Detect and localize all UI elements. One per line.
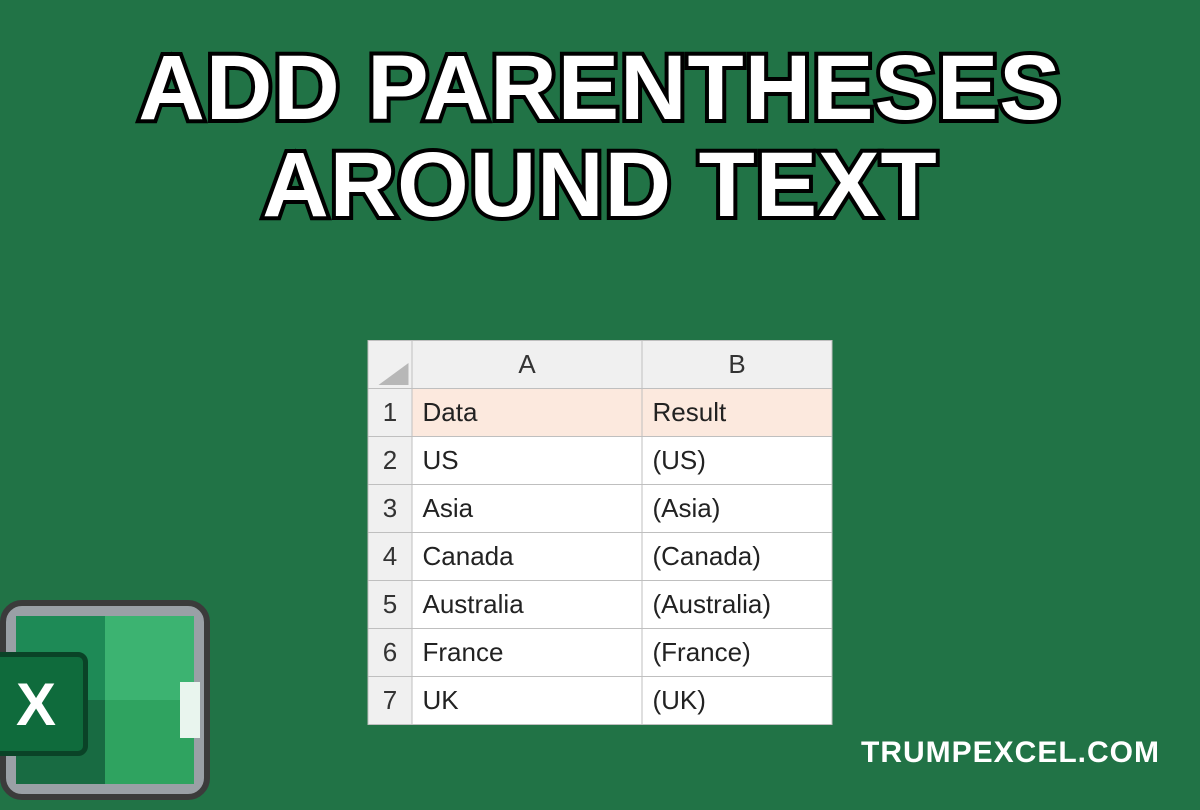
row-header[interactable]: 3 (368, 485, 412, 533)
cell[interactable]: (UK) (642, 677, 832, 725)
table-row: 6 France (France) (368, 629, 832, 677)
select-all-corner[interactable] (368, 341, 412, 389)
excel-logo-icon: X (0, 590, 230, 810)
row-header[interactable]: 7 (368, 677, 412, 725)
table-row: 1 Data Result (368, 389, 832, 437)
title-line-1: ADD PARENTHESES (0, 40, 1200, 137)
row-header[interactable]: 6 (368, 629, 412, 677)
cell[interactable]: Asia (412, 485, 642, 533)
cell[interactable]: Canada (412, 533, 642, 581)
table-row: 3 Asia (Asia) (368, 485, 832, 533)
table-row: 7 UK (UK) (368, 677, 832, 725)
cell[interactable]: (US) (642, 437, 832, 485)
row-header[interactable]: 2 (368, 437, 412, 485)
cell[interactable]: Australia (412, 581, 642, 629)
column-header-b[interactable]: B (642, 341, 832, 389)
cell[interactable]: (France) (642, 629, 832, 677)
page-title: ADD PARENTHESES AROUND TEXT (0, 0, 1200, 233)
spreadsheet: A B 1 Data Result 2 US (US) 3 Asia (Asia… (368, 340, 833, 725)
cell[interactable]: Result (642, 389, 832, 437)
watermark: TRUMPEXCEL.COM (861, 736, 1160, 770)
cell[interactable]: US (412, 437, 642, 485)
logo-letter: X (0, 652, 88, 756)
title-line-2: AROUND TEXT (0, 137, 1200, 234)
column-header-a[interactable]: A (412, 341, 642, 389)
cell[interactable]: (Asia) (642, 485, 832, 533)
row-header[interactable]: 4 (368, 533, 412, 581)
row-header[interactable]: 1 (368, 389, 412, 437)
cell[interactable]: UK (412, 677, 642, 725)
logo-bar (180, 682, 200, 738)
table-row: 5 Australia (Australia) (368, 581, 832, 629)
cell[interactable]: (Australia) (642, 581, 832, 629)
table-row: 4 Canada (Canada) (368, 533, 832, 581)
cell[interactable]: France (412, 629, 642, 677)
row-header[interactable]: 5 (368, 581, 412, 629)
table-row: 2 US (US) (368, 437, 832, 485)
cell[interactable]: Data (412, 389, 642, 437)
cell[interactable]: (Canada) (642, 533, 832, 581)
